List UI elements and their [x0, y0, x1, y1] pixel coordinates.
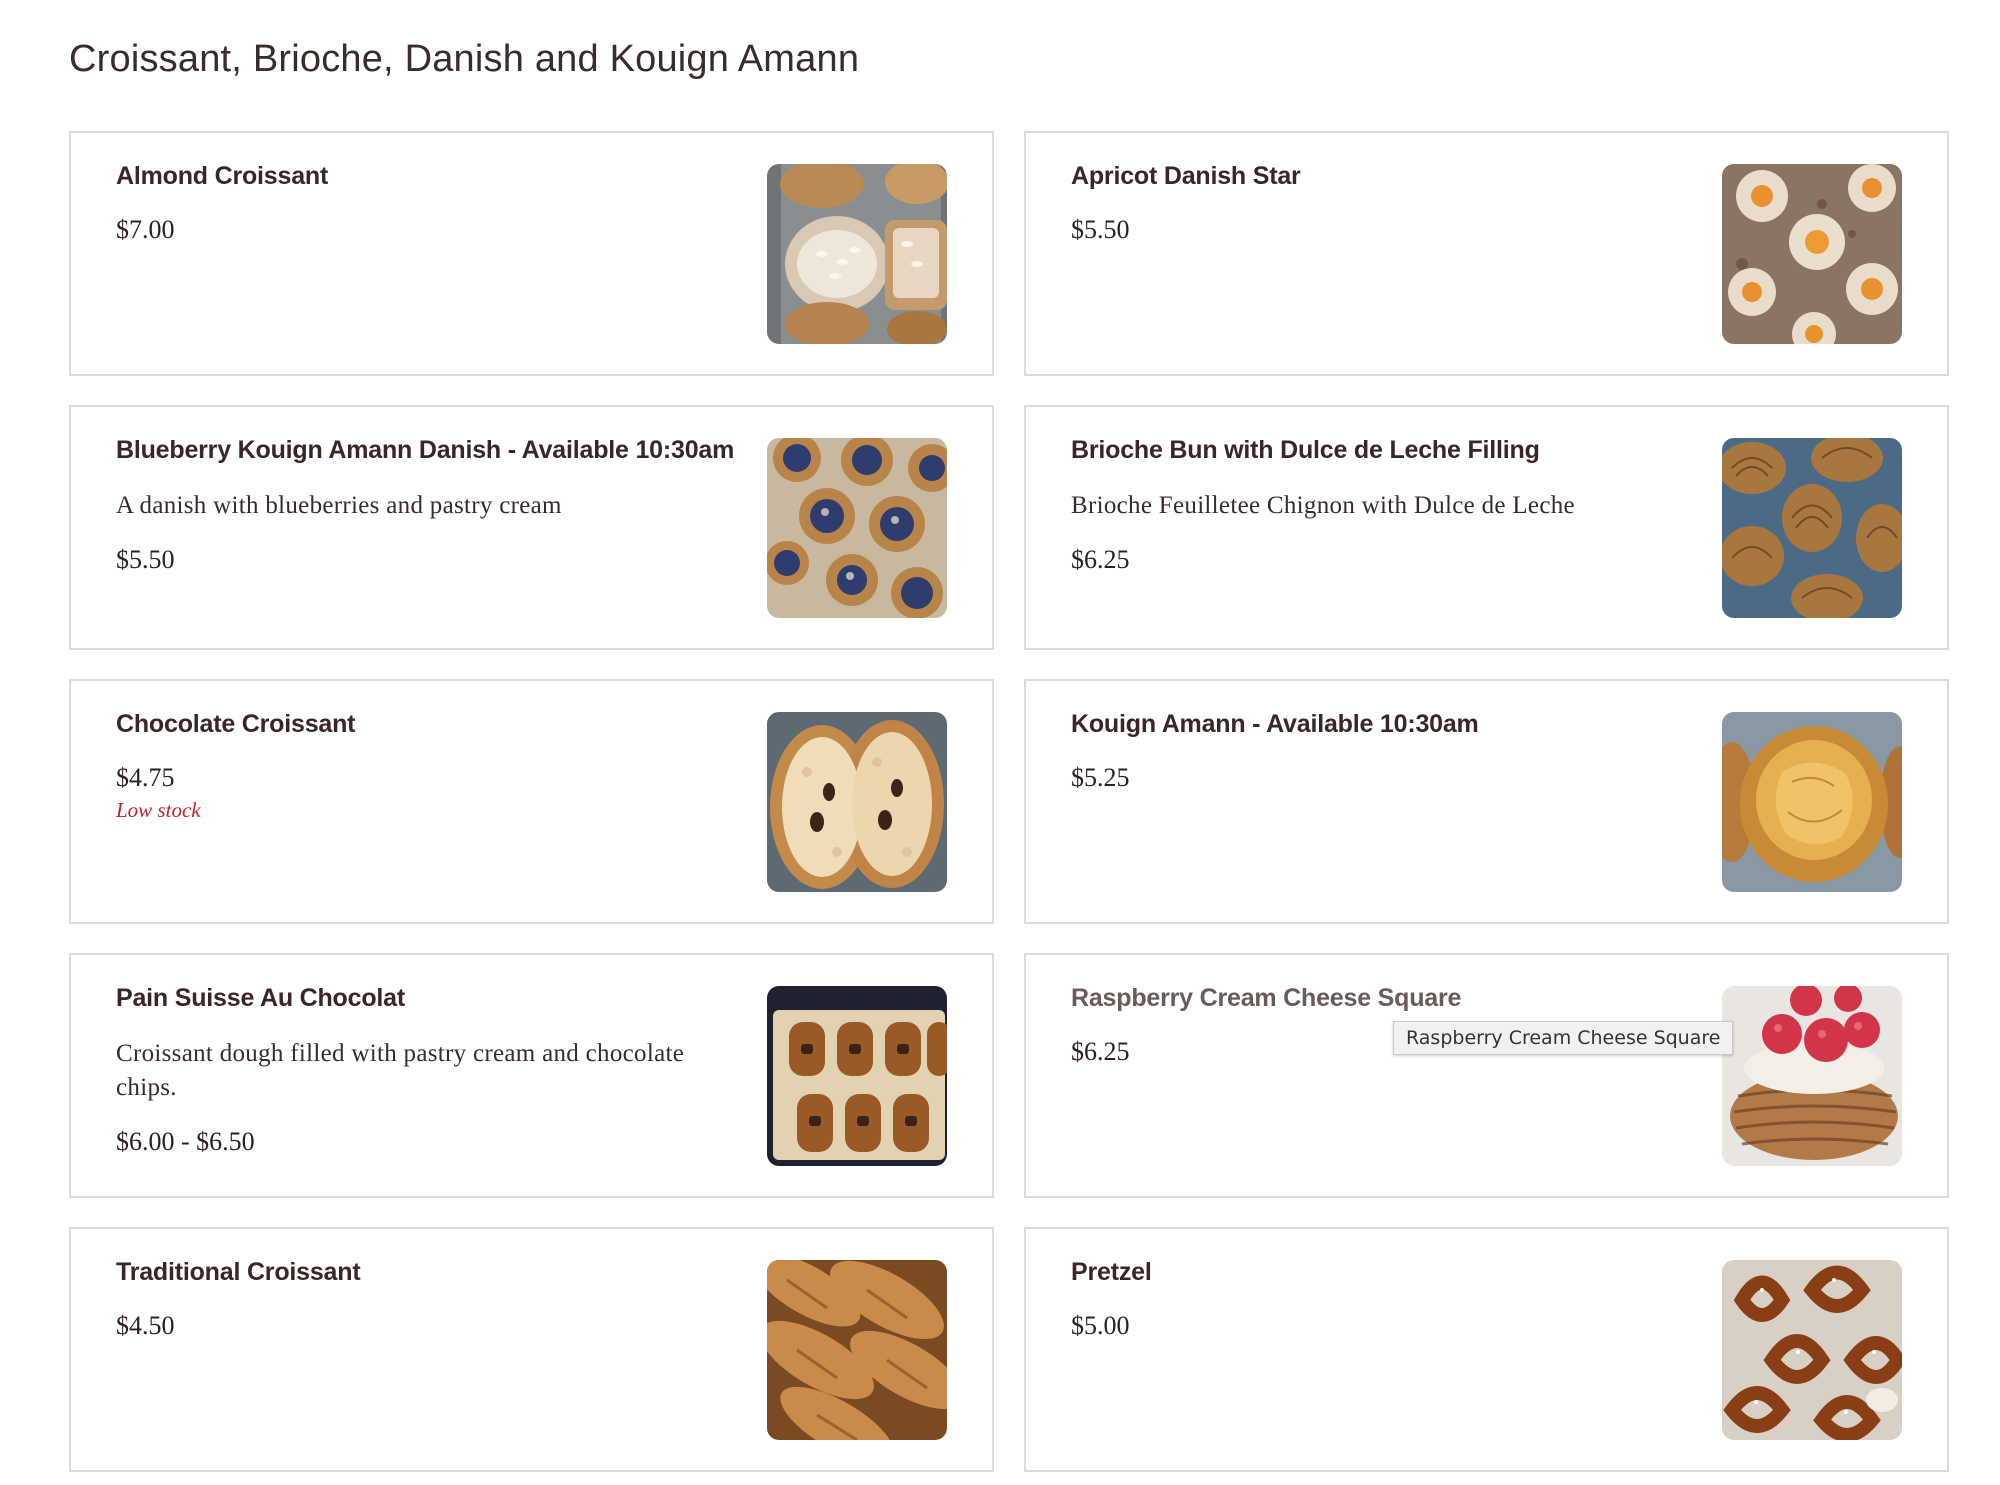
item-price: $5.25 [1071, 763, 1130, 792]
menu-item-card[interactable]: Traditional Croissant $4.50 [69, 1227, 994, 1472]
apricot-danish-photo[interactable] [1722, 164, 1902, 344]
menu-item-card[interactable]: Apricot Danish Star $5.50 [1024, 131, 1949, 376]
item-name[interactable]: Blueberry Kouign Amann Danish - Availabl… [116, 436, 756, 465]
item-description: Croissant dough filled with pastry cream… [116, 1040, 685, 1101]
item-price: $5.50 [1071, 215, 1130, 244]
item-price: $6.00 - $6.50 [116, 1127, 255, 1156]
item-price: $6.25 [1071, 545, 1130, 574]
item-price: $7.00 [116, 215, 175, 244]
item-price: $6.25 [1071, 1037, 1130, 1066]
item-name[interactable]: Kouign Amann - Available 10:30am [1071, 710, 1711, 739]
item-name-tooltip: Raspberry Cream Cheese Square [1393, 1021, 1734, 1055]
item-name[interactable]: Chocolate Croissant [116, 710, 756, 739]
item-name[interactable]: Brioche Bun with Dulce de Leche Filling [1071, 436, 1711, 465]
item-name[interactable]: Raspberry Cream Cheese Square [1071, 984, 1711, 1013]
pretzel-photo[interactable] [1722, 1260, 1902, 1440]
menu-item-card[interactable]: Kouign Amann - Available 10:30am $5.25 [1024, 679, 1949, 924]
brioche-bun-photo[interactable] [1722, 438, 1902, 618]
item-description: A danish with blueberries and pastry cre… [116, 492, 562, 519]
menu-item-card[interactable]: Blueberry Kouign Amann Danish - Availabl… [69, 405, 994, 650]
pain-suisse-photo[interactable] [767, 986, 947, 1166]
item-name[interactable]: Pain Suisse Au Chocolat [116, 984, 756, 1013]
low-stock-badge: Low stock [116, 798, 201, 822]
menu-item-card[interactable]: Almond Croissant $7.00 [69, 131, 994, 376]
item-name[interactable]: Apricot Danish Star [1071, 162, 1711, 191]
item-price: $4.75 [116, 763, 175, 792]
item-name[interactable]: Traditional Croissant [116, 1258, 756, 1287]
almond-croissant-photo[interactable] [767, 164, 947, 344]
chocolate-croissant-photo[interactable] [767, 712, 947, 892]
item-description: Brioche Feuilletee Chignon with Dulce de… [1071, 492, 1575, 519]
menu-item-card[interactable]: Raspberry Cream Cheese Square $6.25 [1024, 953, 1949, 1198]
item-price: $4.50 [116, 1311, 175, 1340]
item-price: $5.00 [1071, 1311, 1130, 1340]
item-name[interactable]: Pretzel [1071, 1258, 1711, 1287]
item-name[interactable]: Almond Croissant [116, 162, 756, 191]
menu-item-card[interactable]: Chocolate Croissant $4.75 Low stock [69, 679, 994, 924]
raspberry-square-photo[interactable] [1722, 986, 1902, 1166]
section-title: Croissant, Brioche, Danish and Kouign Am… [69, 38, 860, 80]
menu-item-card[interactable]: Pretzel $5.00 [1024, 1227, 1949, 1472]
traditional-croissant-photo[interactable] [767, 1260, 947, 1440]
menu-item-card[interactable]: Brioche Bun with Dulce de Leche Filling … [1024, 405, 1949, 650]
item-price: $5.50 [116, 545, 175, 574]
blueberry-danish-photo[interactable] [767, 438, 947, 618]
menu-item-card[interactable]: Pain Suisse Au Chocolat Croissant dough … [69, 953, 994, 1198]
kouign-amann-photo[interactable] [1722, 712, 1902, 892]
